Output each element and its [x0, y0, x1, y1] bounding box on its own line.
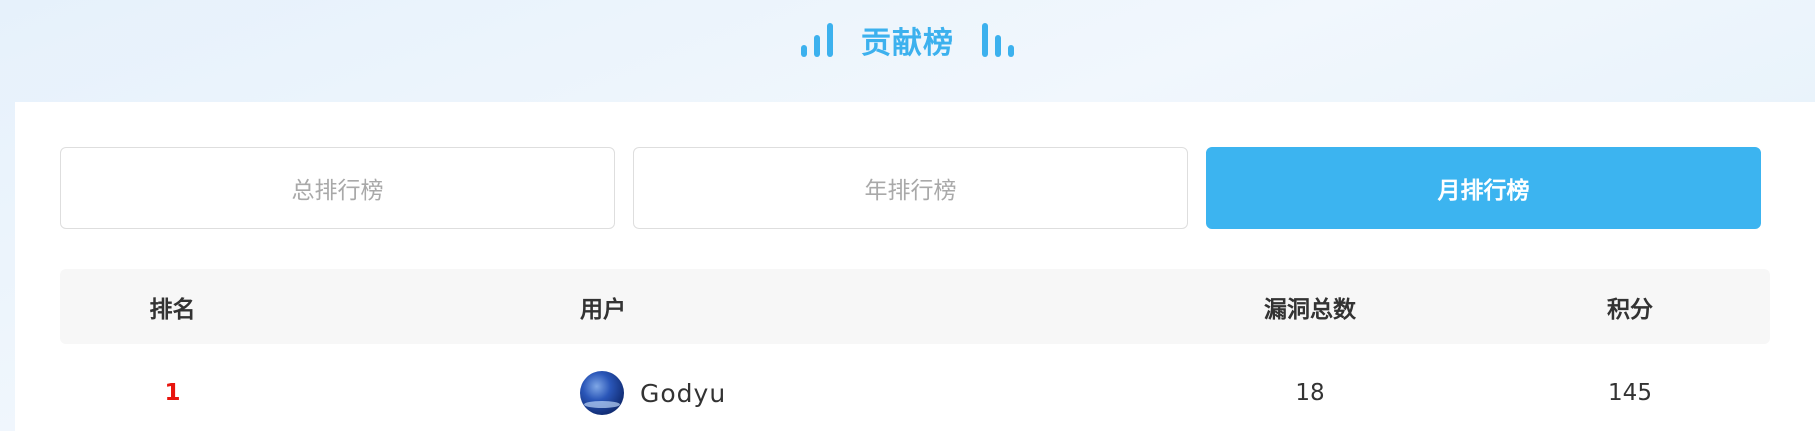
tab-yearly-ranking[interactable]: 年排行榜 — [633, 147, 1188, 229]
rank-number: 1 — [164, 380, 181, 406]
vuln-count-cell: 18 — [1295, 380, 1325, 406]
user-cell: Godyu — [580, 357, 1180, 429]
leaderboard-panel: 总排行榜 年排行榜 月排行榜 排名 用户 漏洞总数 积分 1 Godyu 18 … — [15, 102, 1815, 431]
column-header-rank: 排名 — [149, 296, 196, 323]
column-header-vuln-count: 漏洞总数 — [1264, 296, 1356, 323]
header-banner: 贡献榜 — [0, 0, 1815, 102]
avatar[interactable] — [580, 371, 624, 415]
column-header-user: 用户 — [580, 296, 626, 323]
username-link[interactable]: Godyu — [640, 379, 726, 408]
bars-left-icon — [801, 23, 833, 57]
bars-right-icon — [982, 23, 1014, 57]
tab-monthly-ranking[interactable]: 月排行榜 — [1206, 147, 1761, 229]
ranking-tabs: 总排行榜 年排行榜 月排行榜 — [60, 147, 1761, 229]
table-row[interactable]: 1 Godyu 18 145 — [60, 357, 1770, 429]
score-cell: 145 — [1608, 380, 1652, 406]
table-header: 排名 用户 漏洞总数 积分 — [60, 269, 1770, 344]
column-header-score: 积分 — [1607, 296, 1653, 323]
rank-cell: 1 — [60, 357, 285, 429]
title-bar: 贡献榜 — [0, 0, 1815, 80]
tab-overall-ranking[interactable]: 总排行榜 — [60, 147, 615, 229]
page-title: 贡献榜 — [861, 26, 954, 61]
